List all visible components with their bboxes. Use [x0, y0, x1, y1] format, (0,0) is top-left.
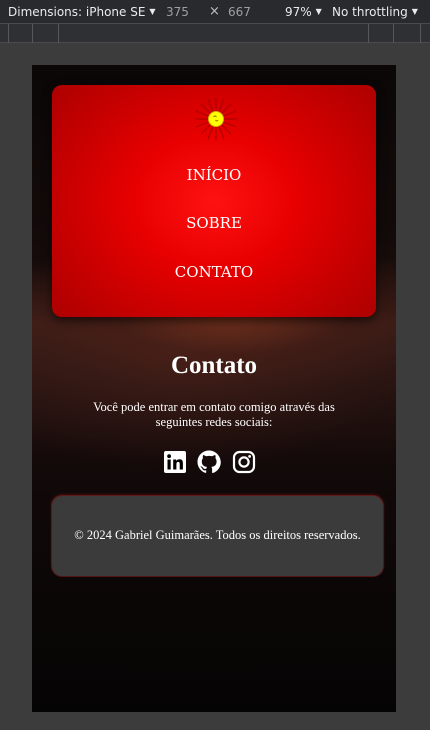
page-title: Contato: [170, 352, 258, 379]
sun-logo-icon[interactable]: [193, 96, 239, 142]
instagram-icon[interactable]: [232, 450, 256, 474]
height-input[interactable]: 667: [228, 5, 251, 19]
nav-link-contato[interactable]: CONTATO: [52, 263, 376, 281]
copyright-text: © 2024 Gabriel Guimarães. Todos os direi…: [74, 528, 361, 542]
ruler-tick: [420, 24, 421, 43]
contact-description: Você pode entrar em contato comigo atrav…: [93, 400, 335, 429]
zoom-select[interactable]: 97% ▼: [285, 5, 322, 19]
zoom-value: 97%: [285, 4, 312, 19]
ruler-tick: [368, 24, 369, 43]
width-value: 375: [166, 4, 189, 19]
ruler-tick: [58, 24, 59, 43]
device-label: Dimensions: iPhone SE: [8, 4, 146, 19]
device-viewport: INÍCIO SOBRE CONTATO Contato Você pode e…: [32, 65, 396, 712]
page-footer: © 2024 Gabriel Guimarães. Todos os direi…: [52, 496, 383, 576]
ruler-tick: [8, 24, 9, 43]
height-value: 667: [228, 4, 251, 19]
navigation-menu: INÍCIO SOBRE CONTATO: [52, 85, 376, 317]
github-icon[interactable]: [197, 450, 221, 474]
device-select[interactable]: Dimensions: iPhone SE ▼: [8, 5, 156, 19]
media-query-ruler[interactable]: [0, 24, 430, 43]
chevron-down-icon: ▼: [149, 7, 156, 16]
width-input[interactable]: 375: [166, 5, 189, 19]
nav-link-inicio[interactable]: INÍCIO: [52, 166, 376, 184]
ruler-tick: [393, 24, 394, 43]
ruler-tick: [32, 24, 33, 43]
chevron-down-icon: ▼: [411, 7, 418, 16]
dimension-separator: ×: [209, 4, 220, 19]
throttling-select[interactable]: No throttling ▼: [332, 5, 418, 19]
nav-link-sobre[interactable]: SOBRE: [52, 214, 376, 232]
devtools-device-toolbar: Dimensions: iPhone SE ▼ 375 × 667 97% ▼ …: [0, 0, 430, 24]
times-icon: ×: [209, 4, 220, 19]
chevron-down-icon: ▼: [315, 7, 322, 16]
throttling-value: No throttling: [332, 4, 408, 19]
linkedin-icon[interactable]: [163, 450, 187, 474]
